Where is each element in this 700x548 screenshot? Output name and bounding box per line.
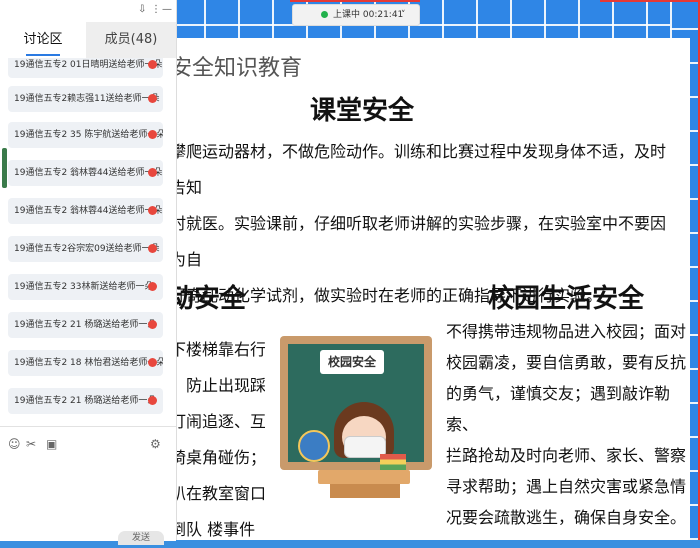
text-line: 打闹追逐、互 [170,412,265,431]
live-dot-icon [321,11,328,18]
flower-icon [148,282,157,291]
list-item: 19通信五专2 01日晴明送给老师一朵 [8,58,163,78]
books-icon [380,454,406,470]
section-heading-campus-life: 校园生活安全 [488,284,645,314]
chat-input-area[interactable]: ☺ ✂ ▣ ⚙ 发送 [0,426,176,545]
active-tab-indicator [26,54,60,56]
section-activity-text: 下楼梯靠右行， ，防止出现踩 打闹追逐、互 椅桌角碰伤； 趴在教室窗口 倒队 楼… [170,332,265,548]
message-list[interactable]: 19通信五专2 01日晴明送给老师一朵 19通信五专2赖志强11送给老师一朵 1… [0,58,176,426]
list-item: 19通信五专2 翁林蓉44送给老师一朵 [8,198,163,224]
send-button[interactable]: 发送 [118,531,164,545]
text-line: 攀爬运动器材，不做危险动作。训练和比赛过程中发现身体不适，及时告知 [170,142,667,197]
image-icon[interactable]: ▣ [46,437,57,451]
recording-border-top-right [600,0,700,2]
list-item: 19通信五专2 35 陈宇航送给老师一朵 [8,122,163,148]
flower-icon [148,206,157,215]
section-campus-life-text: 不得携带违规物品进入校园；面对 校园霸凌，要自信勇敢，要有反抗 的勇气，谨慎交友… [446,316,686,533]
text-line: 校园霸凌，要自信勇敢，要有反抗 [446,353,687,372]
chat-panel: ⇩ ⋮ — 讨论区 成员(48) 19通信五专2 01日晴明送给老师一朵 19通… [0,0,177,545]
board-label: 校园安全 [320,350,384,374]
class-timer: 上课中 00:21:41 [333,10,404,20]
list-item: 19通信五专2 33林新送给老师一朵 [8,274,163,300]
desk [318,470,410,484]
flower-icon [148,396,157,405]
panel-toolbar: ⇩ ⋮ — [0,0,176,22]
recording-border-top [290,0,420,2]
text-line: 况要会疏散逃生，确保自身安全。 [446,508,687,527]
globe-icon [298,430,330,462]
text-line: 寻求帮助；遇上自然灾害或紧急情 [446,477,687,496]
presentation-slide: 安全知识教育 课堂安全 攀爬运动器材，不做危险动作。训练和比赛过程中发现身体不适… [150,38,690,540]
text-line: 椅桌角碰伤； [170,448,265,467]
text-line: 倒队 楼事件 [170,520,256,539]
list-item: 19通信五专2 18 林怡君送给老师一朵 [8,350,163,376]
list-item: 19通信五专2 21 杨璐送给老师一朵 [8,312,163,338]
blackboard-illustration: 校园安全 [280,336,432,502]
text-line: 拦路抢劫及时向老师、家长、警察 [446,446,687,465]
text-line: 下楼梯靠右行， [170,340,265,359]
text-line: 趴在教室窗口 [170,484,265,503]
list-item: 19通信五专2 21 杨璐送给老师一朵 [8,388,163,414]
section-heading-classroom: 课堂安全 [310,96,415,126]
text-line: 不得携带违规物品进入校园；面对 [446,322,687,341]
panel-tabs: 讨论区 成员(48) [0,22,176,58]
desk-base [330,484,400,498]
pin-icon[interactable]: ⇩ [138,4,146,15]
flower-icon [148,60,157,69]
settings-icon[interactable]: ⚙ [150,437,161,451]
text-line: 的勇气，谨慎交友；遇到敲诈勒索、 [446,384,671,434]
emoji-icon[interactable]: ☺ [8,437,21,451]
chevron-down-icon[interactable]: ˅ [401,5,406,25]
tab-members[interactable]: 成员(48) [86,22,176,58]
scissors-icon[interactable]: ✂ [26,437,36,451]
flower-icon [148,358,157,367]
tab-discussion[interactable]: 讨论区 [0,22,86,58]
flower-icon [148,130,157,139]
text-line: 时就医。实验课前，仔细听取老师讲解的实验步骤，在实验室中不要因为自 [170,214,667,269]
flower-icon [148,320,157,329]
slide-title: 安全知识教育 [170,56,303,81]
flower-icon [148,168,157,177]
more-icon[interactable]: ⋮ [151,4,161,15]
class-status-pill[interactable]: 上课中 00:21:41 ˅ [292,4,420,26]
list-item: 19通信五专2谷宗宏09送给老师一朵 [8,236,163,262]
flower-icon [148,244,157,253]
list-item: 19通信五专2赖志强11送给老师一朵 [8,86,163,112]
flower-icon [148,94,157,103]
text-line: ，防止出现踩 [170,376,265,395]
scrollbar-thumb[interactable] [2,148,7,188]
minimize-icon[interactable]: — [162,4,172,15]
section-heading-activity: 动安全 [168,284,247,314]
list-item: 19通信五专2 翁林蓉44送给老师一朵 [8,160,163,186]
